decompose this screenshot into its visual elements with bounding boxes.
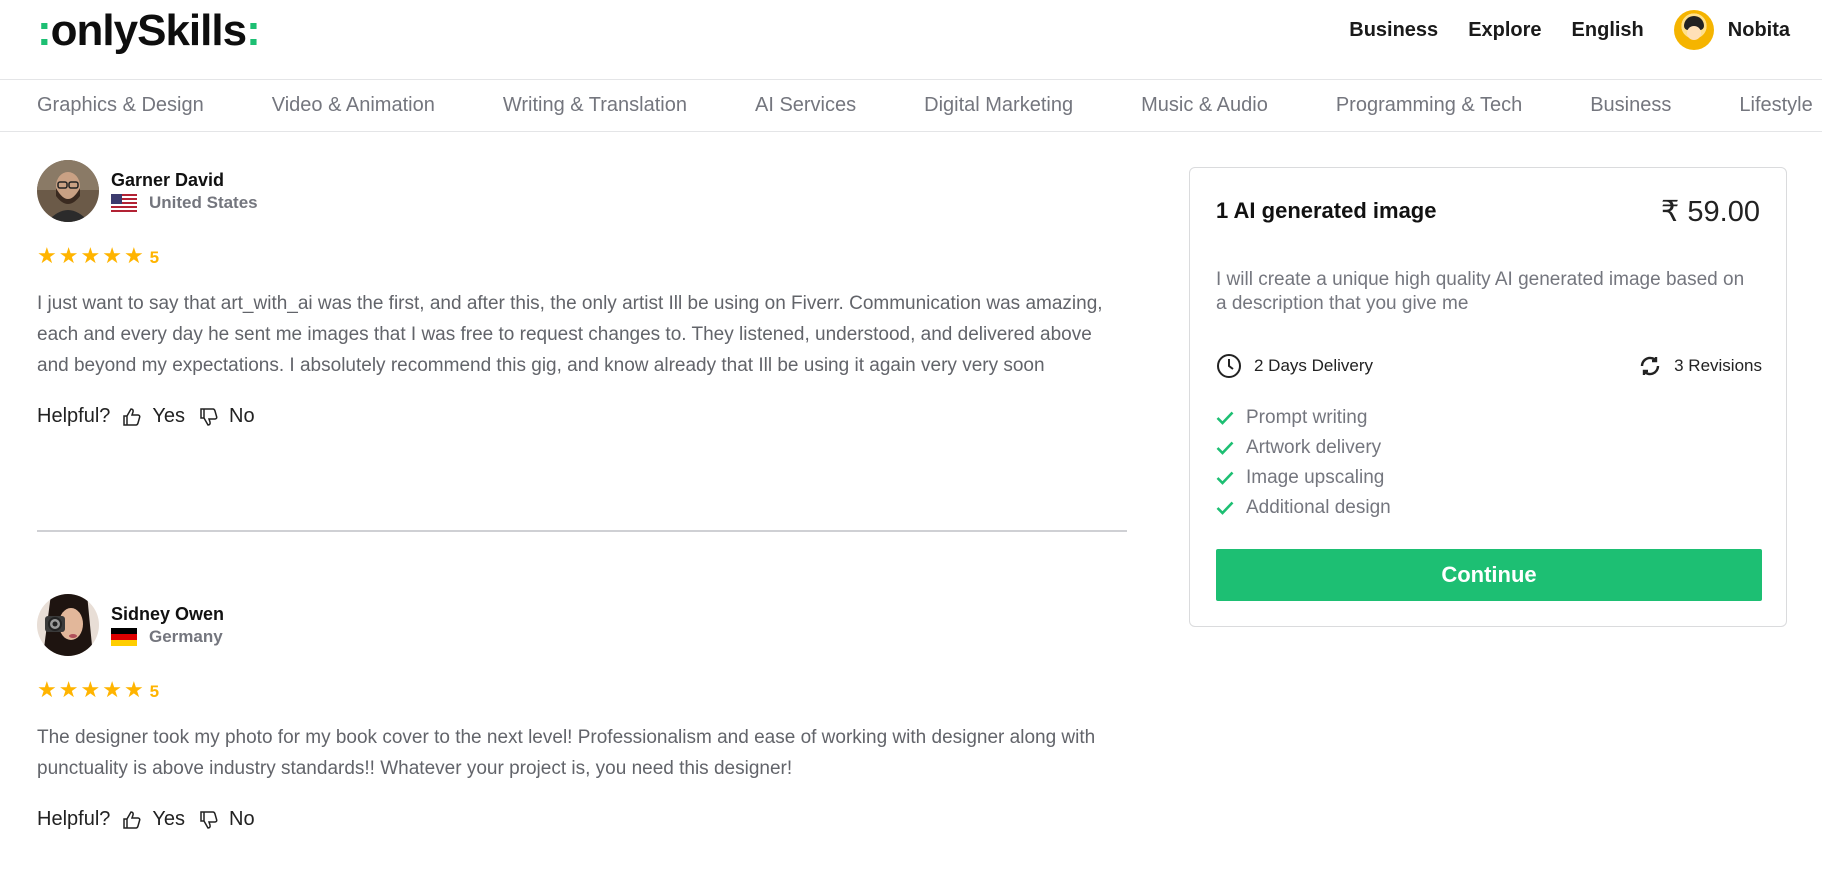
helpful-row: Helpful? Yes No <box>37 808 1127 831</box>
helpful-label: Helpful? <box>37 808 111 830</box>
feature-label: Additional design <box>1246 497 1391 518</box>
logo-colon-left: : <box>37 6 52 55</box>
feature-label: Prompt writing <box>1246 407 1368 428</box>
nav-explore[interactable]: Explore <box>1468 19 1541 42</box>
helpful-row: Helpful? Yes No <box>37 405 1127 428</box>
check-icon <box>1216 501 1234 515</box>
helpful-yes-label: Yes <box>152 405 186 427</box>
refresh-icon <box>1640 356 1660 376</box>
helpful-no-label: No <box>229 405 255 427</box>
user-menu[interactable]: Nobita <box>1673 10 1790 50</box>
user-avatar[interactable] <box>1673 10 1714 50</box>
thumbs-down-icon <box>200 810 218 829</box>
feature-label: Image upscaling <box>1246 467 1385 488</box>
delivery-label: 2 Days Delivery <box>1254 356 1374 375</box>
star-icon: ★ <box>80 243 101 268</box>
rating-value: 5 <box>149 248 160 267</box>
star-rating: ★ ★ ★ ★ ★ 5 <box>37 244 1127 268</box>
package-price: ₹ 59.00 <box>1660 196 1760 228</box>
review-text: The designer took my photo for my book c… <box>37 727 1096 779</box>
top-header: :onlySkills: Business Explore English No… <box>0 0 1822 80</box>
helpful-no-button[interactable]: No <box>199 808 255 831</box>
check-icon <box>1216 471 1234 485</box>
helpful-yes-label: Yes <box>152 808 186 830</box>
nav-business[interactable]: Business <box>1349 19 1438 42</box>
reviewer-country: United States <box>111 193 258 213</box>
reviewer-header: Sidney Owen Germany <box>37 594 1127 656</box>
category-programming-tech[interactable]: Programming & Tech <box>1336 94 1522 117</box>
package-meta: 2 Days Delivery 3 Revisions <box>1216 353 1762 379</box>
star-rating: ★ ★ ★ ★ ★ 5 <box>37 678 1127 702</box>
star-icon: ★ <box>102 677 122 702</box>
germany-flag-icon <box>111 628 137 646</box>
package-title: 1 AI generated image <box>1216 198 1437 223</box>
review-item: Garner David United States ★ ★ ★ ★ ★ 5 I… <box>37 160 1127 428</box>
continue-button[interactable]: Continue <box>1216 549 1762 601</box>
star-icon: ★ <box>123 677 144 702</box>
nav-language[interactable]: English <box>1572 19 1644 42</box>
reviewer-avatar[interactable] <box>37 160 99 222</box>
category-business[interactable]: Business <box>1590 94 1671 117</box>
review-item: Sidney Owen Germany ★ ★ ★ ★ ★ 5 The desi… <box>37 594 1127 831</box>
helpful-yes-button[interactable]: Yes <box>122 808 185 831</box>
package-card: 1 AI generated image ₹ 59.00 I will crea… <box>1189 167 1787 627</box>
reviewer-header: Garner David United States <box>37 160 1127 222</box>
feature-item: Prompt writing <box>1216 403 1391 433</box>
check-icon <box>1216 411 1234 425</box>
check-icon <box>1216 441 1234 455</box>
star-icon: ★ <box>37 677 57 702</box>
site-logo[interactable]: :onlySkills: <box>37 6 261 56</box>
category-writing-translation[interactable]: Writing & Translation <box>503 94 687 117</box>
category-music-audio[interactable]: Music & Audio <box>1141 94 1268 117</box>
category-video-animation[interactable]: Video & Animation <box>272 94 435 117</box>
thumbs-up-icon <box>123 407 141 426</box>
reviewer-country-label: United States <box>149 193 258 212</box>
delivery-time: 2 Days Delivery <box>1216 353 1373 379</box>
us-flag-icon <box>111 194 137 212</box>
clock-icon <box>1217 354 1241 378</box>
rating-value: 5 <box>149 682 160 701</box>
star-icon: ★ <box>80 677 101 702</box>
feature-item: Additional design <box>1216 493 1391 523</box>
reviewer-name: Garner David <box>111 170 225 190</box>
thumbs-down-icon <box>200 407 218 426</box>
category-lifestyle[interactable]: Lifestyle <box>1739 94 1812 117</box>
thumbs-up-icon <box>123 810 141 829</box>
helpful-label: Helpful? <box>37 405 111 427</box>
reviewer-avatar[interactable] <box>37 594 99 656</box>
review-divider <box>37 530 1127 532</box>
category-nav: Graphics & Design Video & Animation Writ… <box>0 80 1822 132</box>
reviewer-name: Sidney Owen <box>111 604 225 624</box>
reviewer-country: Germany <box>111 627 224 647</box>
user-name[interactable]: Nobita <box>1728 19 1790 42</box>
helpful-yes-button[interactable]: Yes <box>122 405 185 428</box>
review-text: I just want to say that art_with_ai was … <box>37 293 1103 376</box>
star-icon: ★ <box>102 243 122 268</box>
feature-item: Image upscaling <box>1216 463 1391 493</box>
logo-colon-right: : <box>246 6 261 55</box>
feature-list: Prompt writing Artwork delivery Image up… <box>1216 403 1391 523</box>
category-graphics-design[interactable]: Graphics & Design <box>37 94 204 117</box>
helpful-no-label: No <box>229 808 255 830</box>
revisions-label: 3 Revisions <box>1674 356 1762 375</box>
header-nav: Business Explore English Nobita <box>1349 0 1790 60</box>
star-icon: ★ <box>58 677 79 702</box>
reviewer-country-label: Germany <box>149 627 223 646</box>
revisions-count: 3 Revisions <box>1638 354 1762 378</box>
category-digital-marketing[interactable]: Digital Marketing <box>924 94 1073 117</box>
feature-label: Artwork delivery <box>1246 437 1382 458</box>
star-icon: ★ <box>123 243 144 268</box>
logo-text: onlySkills <box>50 6 247 55</box>
star-icon: ★ <box>58 243 79 268</box>
helpful-no-button[interactable]: No <box>199 405 255 428</box>
package-description: I will create a unique high quality AI g… <box>1216 269 1745 314</box>
category-ai-services[interactable]: AI Services <box>755 94 856 117</box>
star-icon: ★ <box>37 243 57 268</box>
feature-item: Artwork delivery <box>1216 433 1391 463</box>
